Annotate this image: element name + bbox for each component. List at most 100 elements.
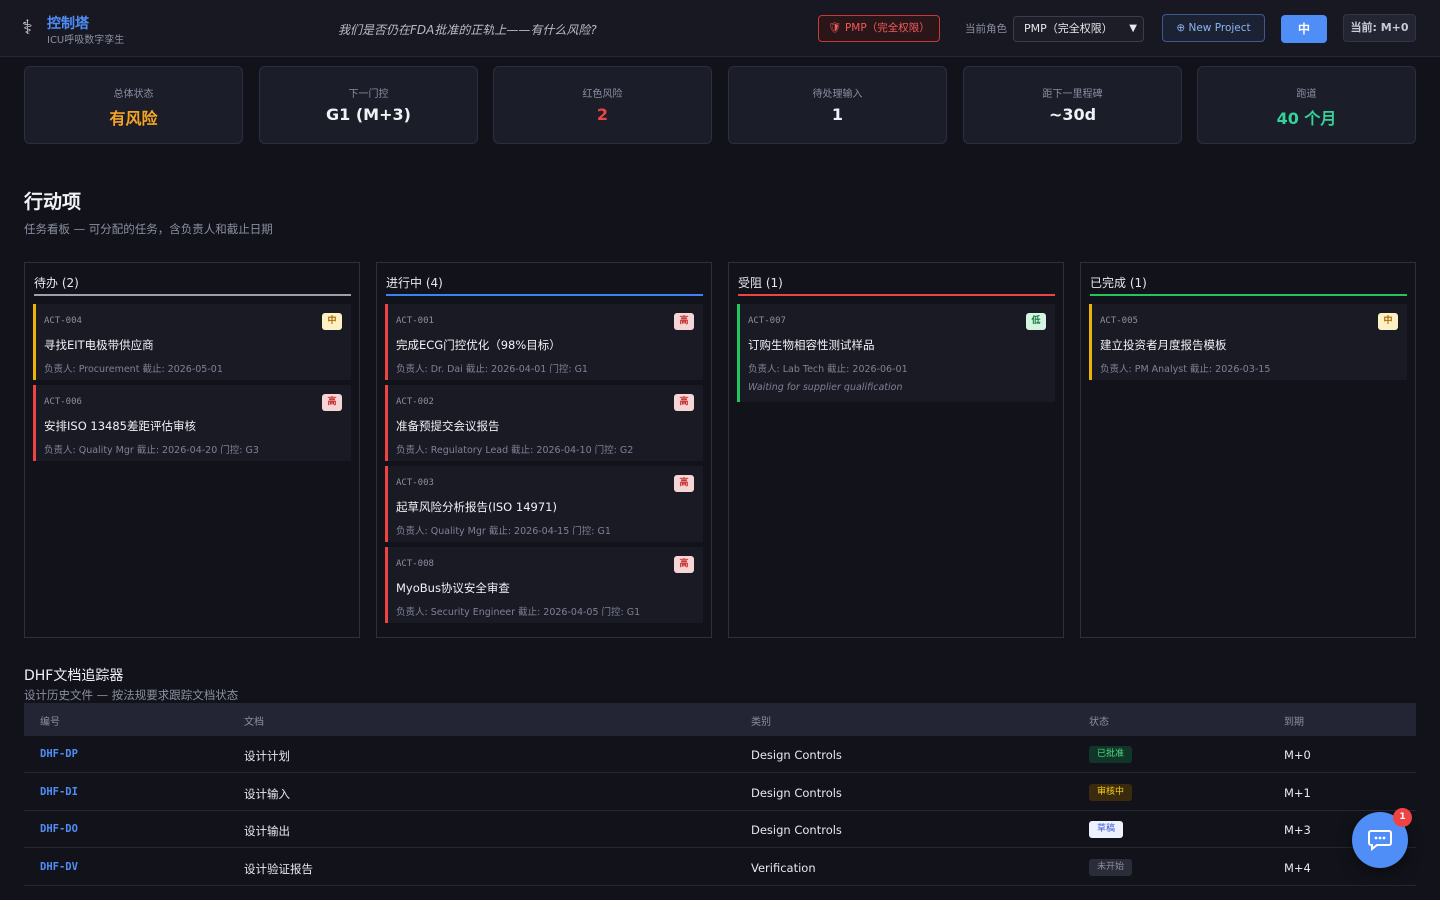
col-header-doc: 文档 (244, 717, 264, 728)
language-toggle-button[interactable]: 中 (1281, 15, 1327, 43)
task-meta: 负责人: Procurement 截止: 2026-05-01 (44, 364, 223, 375)
kanban-column: 进行中 (4) ACT-001 完成ECG门控优化（98%目标） 负责人: Dr. D… (376, 262, 712, 638)
task-title: 起草风险分析报告(ISO 14971) (396, 500, 557, 514)
kpi-label: 待处理输入 (812, 89, 863, 100)
task-id: ACT-008 (396, 559, 434, 569)
column-header: 进行中 (4) (386, 276, 443, 290)
table-row[interactable]: DHF-DP 设计计划 Design Controls 已批准 M+0 (24, 736, 1416, 773)
task-title: 订购生物相容性测试样品 (748, 338, 875, 352)
table-row[interactable]: DHF-DV 设计验证报告 Verification 未开始 M+4 (24, 849, 1416, 886)
task-id: ACT-004 (44, 316, 82, 326)
col-header-status: 状态 (1089, 717, 1109, 728)
kpi-label: 距下一里程碑 (1042, 89, 1103, 100)
new-project-button[interactable]: ⊕ New Project (1162, 14, 1265, 42)
task-card[interactable]: ACT-006 安排ISO 13485差距评估审核负责人: Quality Mgr… (33, 385, 351, 461)
role-badge: 🛡 PMP（完全权限） (818, 15, 940, 42)
table-row[interactable]: DHF-DI 设计输入 Design Controls 审核中 M+1 (24, 774, 1416, 811)
task-id: ACT-007 (748, 316, 786, 326)
current-month-chip[interactable]: 当前: M+0 (1343, 14, 1416, 42)
doc-id-link[interactable]: DHF-DV (40, 861, 78, 873)
task-card[interactable]: ACT-001 完成ECG门控优化（98%目标） 负责人: Dr. Dai 截止: … (385, 304, 703, 380)
role-select-value: PMP（完全权限） (1024, 22, 1113, 35)
status-badge: 草稿 (1089, 821, 1124, 838)
task-meta: 负责人: Quality Mgr 截止: 2026-04-20 门控: G3 (44, 445, 259, 456)
task-title: 寻找EIT电极带供应商 (44, 338, 154, 352)
doc-name: 设计验证报告 (244, 861, 313, 876)
column-divider (738, 294, 1055, 296)
priority-badge: 高 (674, 394, 694, 411)
doc-category: Design Controls (751, 823, 842, 837)
task-card[interactable]: ACT-008 MyoBus协议安全审查 负责人: Security Enginee… (385, 547, 703, 623)
task-id: ACT-001 (396, 316, 434, 326)
task-card[interactable]: ACT-004 寻找EIT电极带供应商负责人: Procurement 截止: 2… (33, 304, 351, 380)
priority-badge: 低 (1026, 313, 1046, 330)
task-title: 安排ISO 13485差距评估审核 (44, 419, 196, 433)
dhf-table-header: 编号 文档 类别 状态 到期 (24, 703, 1416, 736)
shield-icon: 🛡 (828, 22, 842, 34)
priority-badge: 高 (674, 556, 694, 573)
kpi-value: G1 (M+3) (326, 105, 411, 124)
doc-name: 设计输入 (244, 786, 290, 801)
task-card[interactable]: ACT-005 建立投资者月度报告模板 负责人: PM Analyst 截止: 20… (1089, 304, 1407, 380)
kpi-card: 待处理输入 1 (728, 66, 947, 144)
doc-category: Design Controls (751, 748, 842, 762)
kanban-column: 已完成 (1) ACT-005 建立投资者月度报告模板 负责人: PM Analyst… (1080, 262, 1416, 638)
app-title[interactable]: 控制塔 (47, 13, 89, 33)
doc-due: M+0 (1284, 748, 1311, 762)
doc-id-link[interactable]: DHF-DO (40, 823, 78, 835)
kpi-card: 下一门控 G1 (M+3) (259, 66, 478, 144)
app-subtitle: ICU呼吸数字孪生 (47, 35, 125, 46)
doc-due: M+1 (1284, 785, 1311, 800)
priority-badge: 高 (674, 475, 694, 492)
priority-badge: 高 (674, 313, 694, 330)
priority-badge: 高 (322, 394, 342, 411)
column-divider (386, 294, 703, 296)
section-title: 行动项 (24, 191, 82, 213)
role-badge-label: PMP（完全权限） (844, 22, 930, 34)
notification-badge: 1 (1393, 808, 1412, 827)
role-select[interactable]: PMP（完全权限） ▼ (1013, 16, 1144, 42)
chat-bubble-icon (1368, 830, 1392, 851)
doc-name: 设计计划 (244, 749, 290, 763)
task-id: ACT-002 (396, 397, 434, 407)
kpi-card: 跑道 40 个月 (1197, 66, 1416, 144)
tagline: 我们是否仍在FDA批准的正轨上——有什么风险? (338, 23, 597, 37)
kpi-card: 红色风险 2 (493, 66, 712, 144)
doc-id-link[interactable]: DHF-DP (40, 748, 78, 760)
task-card[interactable]: ACT-002 准备预提交会议报告 负责人: Regulatory Lead 截止:… (385, 385, 703, 461)
dhf-subtitle: 设计历史文件 — 按法规要求跟踪文档状态 (24, 688, 239, 702)
task-meta: 负责人: Quality Mgr 截止: 2026-04-15 门控: G1 (396, 526, 611, 537)
task-card[interactable]: ACT-007 订购生物相容性测试样品负责人: Lab Tech 截止: 2026… (737, 304, 1055, 402)
task-meta: 负责人: Lab Tech 截止: 2026-06-01 (748, 364, 908, 375)
task-note: Waiting for supplier qualification (748, 382, 903, 393)
caduceus-icon: ⚕ (22, 15, 33, 39)
dhf-title: DHF文档追踪器 (24, 668, 124, 684)
task-title: 准备预提交会议报告 (396, 419, 500, 433)
col-header-due: 到期 (1284, 717, 1304, 728)
kpi-value: 40 个月 (1276, 109, 1337, 128)
doc-name: 设计输出 (244, 824, 290, 838)
column-divider (1090, 294, 1407, 296)
column-header: 已完成 (1) (1090, 276, 1147, 290)
table-row[interactable]: DHF-DO 设计输出 Design Controls 草稿 M+3 (24, 811, 1416, 848)
column-header: 待办 (2) (34, 276, 79, 290)
kpi-label: 总体状态 (113, 89, 154, 100)
chevron-down-icon: ▼ (1129, 23, 1137, 34)
doc-category: Verification (751, 860, 816, 875)
kpi-label: 跑道 (1296, 89, 1317, 100)
kpi-label: 红色风险 (582, 89, 623, 100)
col-header-category: 类别 (751, 717, 771, 728)
task-meta: 负责人: Dr. Dai 截止: 2026-04-01 门控: G1 (396, 364, 588, 375)
doc-id-link[interactable]: DHF-DI (40, 786, 78, 798)
task-meta: 负责人: PM Analyst 截止: 2026-03-15 (1100, 364, 1271, 375)
kanban-column: 待办 (2) ACT-004 寻找EIT电极带供应商负责人: Procurement… (24, 262, 360, 638)
kpi-value: 2 (596, 105, 609, 124)
kpi-value: ~30d (1048, 105, 1097, 124)
task-id: ACT-006 (44, 397, 82, 407)
kpi-value: 有风险 (109, 109, 158, 128)
role-label: 当前角色 (965, 23, 1007, 35)
task-card[interactable]: ACT-003 起草风险分析报告(ISO 14971) 负责人: Quality M… (385, 466, 703, 542)
task-id: ACT-003 (396, 478, 434, 488)
kpi-value: 1 (831, 105, 844, 124)
kpi-card: 总体状态 有风险 (24, 66, 243, 144)
